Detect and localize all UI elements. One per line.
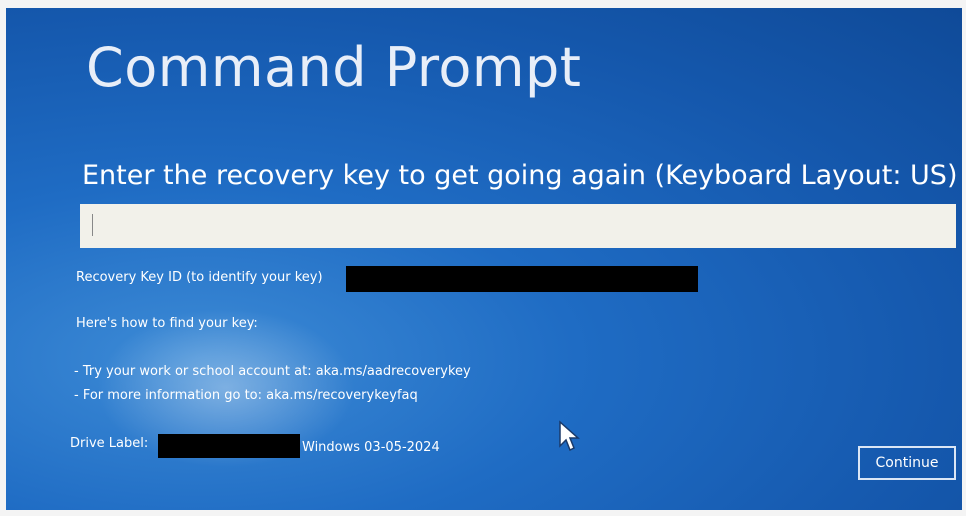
- drive-label-redacted: [158, 434, 300, 458]
- help-heading: Here's how to find your key:: [76, 316, 258, 331]
- text-caret: [92, 214, 93, 236]
- mouse-pointer-icon: [559, 420, 580, 452]
- help-line-aad: - Try your work or school account at: ak…: [74, 364, 471, 379]
- drive-label: Drive Label:: [70, 436, 149, 451]
- recovery-key-input[interactable]: [80, 204, 956, 248]
- help-line-faq: - For more information go to: aka.ms/rec…: [74, 388, 418, 403]
- bitlocker-recovery-screen: Command Prompt Enter the recovery key to…: [6, 8, 962, 510]
- recovery-key-id-redacted: [346, 266, 698, 292]
- recovery-prompt: Enter the recovery key to get going agai…: [82, 160, 958, 191]
- page-title: Command Prompt: [86, 36, 582, 99]
- recovery-key-id-label: Recovery Key ID (to identify your key): [76, 270, 323, 285]
- continue-button[interactable]: Continue: [858, 446, 956, 480]
- drive-label-value: Windows 03-05-2024: [302, 440, 440, 455]
